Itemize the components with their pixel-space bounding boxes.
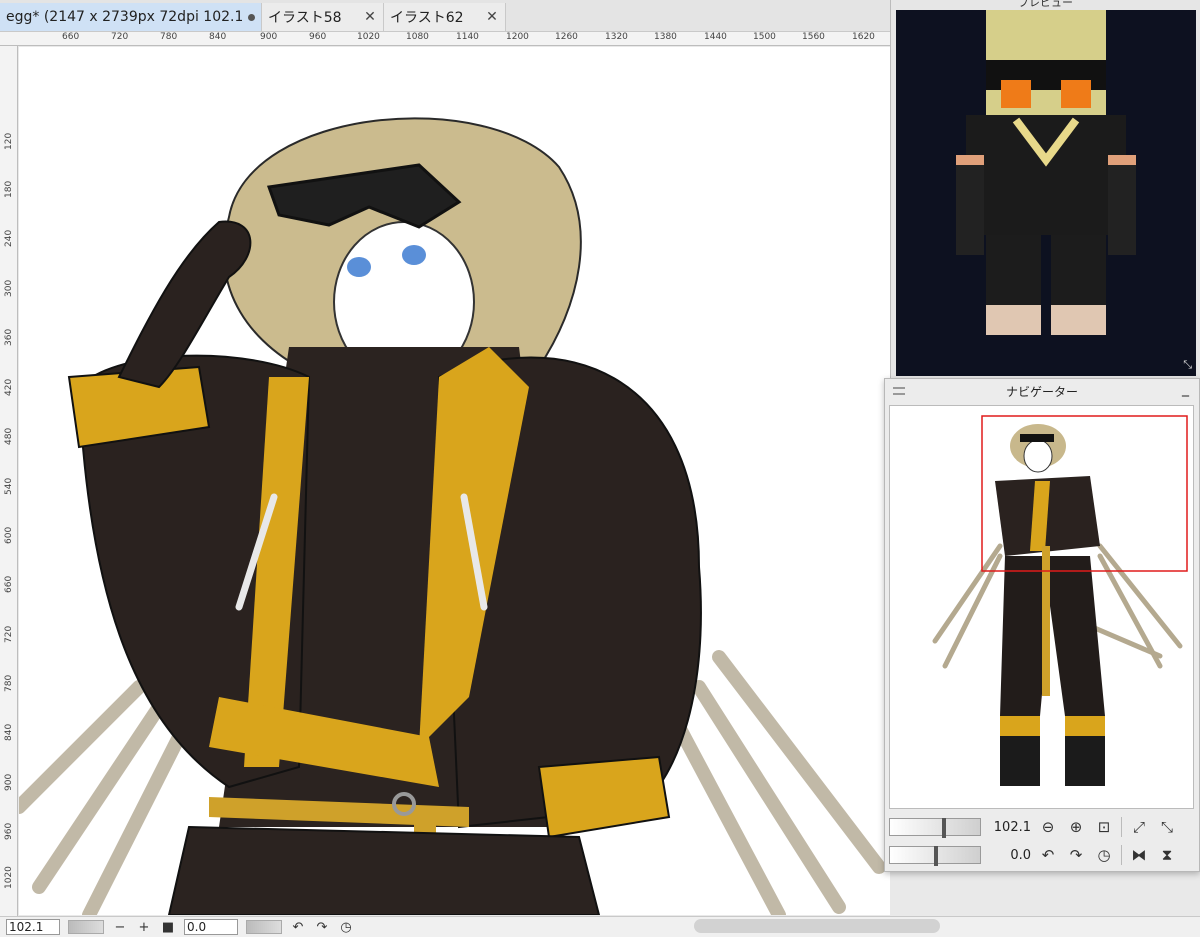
ruler-tick: 600 [4,526,14,544]
tab-label: egg* (2147 x 2739px 72dpi 102.1%) [6,9,242,25]
ruler-tick: 180 [4,180,14,198]
ruler-tick: 840 [4,723,14,741]
expand-icon[interactable]: ⤡ [1183,358,1192,372]
sleeve-cuff-right [537,755,671,839]
ruler-tick: 720 [4,625,14,643]
rotation-row: 0.0 ↶ ↷ ◷ ⧓ ⧗ [889,841,1199,869]
flip-vertical-icon[interactable]: ⧗ [1156,844,1178,866]
rotate-left-icon[interactable]: ↶ [1037,844,1059,866]
zoom-row: 102.1 ⊖ ⊕ ⊡ ⤢ ⤡ [889,813,1199,841]
drawing-canvas[interactable] [19,47,890,915]
minimize-icon[interactable]: _ [1182,381,1189,397]
modified-dot-icon [248,13,255,21]
stop-icon[interactable]: ⊡ [1093,816,1115,838]
eye-shape [402,245,426,265]
ruler-tick: 120 [4,132,14,150]
navigator-titlebar[interactable]: ナビゲーター _ [885,379,1199,403]
close-icon[interactable]: ✕ [485,9,499,25]
navigator-panel: ナビゲーター _ 102.1 ⊖ ⊕ ⊡ ⤢ ⤡ 0.0 ↶ ↷ ◷ ⧓ ⧗ [884,378,1200,872]
app-window: egg* (2147 x 2739px 72dpi 102.1%) イラスト58… [0,0,1200,937]
vertical-ruler: 120 180 240 300 360 420 480 540 600 660 … [0,46,18,916]
ruler-tick: 540 [4,477,14,495]
flip-horizontal-icon[interactable]: ⧓ [1128,844,1150,866]
rotation-value: 0.0 [1010,847,1031,863]
ruler-tick: 780 [4,674,14,692]
ruler-tick: 1380 [654,32,677,42]
ruler-tick: 1020 [357,32,380,42]
slider-thumb[interactable] [934,846,938,866]
zoom-value: 102.1 [993,819,1031,835]
panel-grip-icon[interactable] [893,387,905,395]
ruler-tick: 840 [209,32,227,42]
close-icon[interactable]: ✕ [363,9,377,25]
ruler-tick: 720 [111,32,129,42]
ruler-tick: 240 [4,229,14,247]
zoom-slider[interactable] [68,920,104,934]
tab-illust62[interactable]: イラスト62 ✕ [384,3,506,31]
fill-window-icon[interactable]: ⤡ [1156,816,1178,838]
ruler-tick: 1140 [456,32,479,42]
zoom-field[interactable]: 102.1 [6,919,60,935]
reset-rotation-icon[interactable]: ◷ [1093,844,1115,866]
zoom-slider[interactable] [889,818,981,838]
ruler-tick: 960 [4,822,14,840]
rotate-left-icon[interactable]: ↶ [290,919,306,935]
ruler-tick: 660 [62,32,80,42]
ruler-tick: 1500 [753,32,776,42]
document-tab-bar: egg* (2147 x 2739px 72dpi 102.1%) イラスト58… [0,0,890,32]
navigator-thumbnail[interactable] [889,405,1194,809]
preview-viewport[interactable]: ⤡ [896,10,1196,376]
zoom-in-icon[interactable]: ⊕ [1065,816,1087,838]
zoom-out-icon[interactable]: ⊖ [1037,816,1059,838]
ruler-tick: 1620 [852,32,875,42]
ruler-tick: 1560 [802,32,825,42]
tab-label: イラスト58 [268,10,342,26]
pants-shape [167,825,601,915]
eye-shape [347,257,371,277]
ruler-tick: 780 [160,32,178,42]
ruler-tick: 900 [4,773,14,791]
ruler-tick: 360 [4,328,14,346]
horizontal-scrollbar[interactable] [694,919,940,933]
bottom-toolbar: 102.1 − + ■ 0.0 ↶ ↷ ◷ [0,916,1200,937]
ruler-tick: 660 [4,575,14,593]
navigator-controls: 102.1 ⊖ ⊕ ⊡ ⤢ ⤡ 0.0 ↶ ↷ ◷ ⧓ ⧗ [889,813,1199,869]
fit-screen-icon[interactable]: ⤢ [1128,816,1150,838]
preview-panel-title: プレビュー [1018,0,1073,9]
separator [1121,845,1122,865]
zoom-in-icon[interactable]: + [136,919,152,935]
ruler-tick: 1320 [605,32,628,42]
separator [1121,817,1122,837]
ruler-tick: 480 [4,427,14,445]
horizontal-ruler: 660 720 780 840 900 960 1020 1080 1140 1… [0,32,890,46]
tab-egg[interactable]: egg* (2147 x 2739px 72dpi 102.1%) [0,3,262,31]
ruler-tick: 1080 [406,32,429,42]
ruler-tick: 300 [4,279,14,297]
rotation-slider[interactable] [889,846,981,866]
tab-label: イラスト62 [390,10,464,26]
slider-thumb[interactable] [942,818,946,838]
ruler-tick: 900 [260,32,278,42]
ruler-tick: 960 [309,32,327,42]
navigator-artwork [932,415,1188,786]
zoom-out-icon[interactable]: − [112,919,128,935]
rotation-field[interactable]: 0.0 [184,919,238,935]
ruler-tick: 1260 [555,32,578,42]
ruler-tick: 420 [4,378,14,396]
preview-panel: プレビュー ⤡ [890,0,1200,380]
ruler-tick: 1020 [4,866,14,889]
artwork-illustration [19,117,886,915]
ruler-tick: 1200 [506,32,529,42]
rotation-slider[interactable] [246,920,282,934]
reset-rotation-icon[interactable]: ◷ [338,919,354,935]
3d-model-preview [956,10,1136,335]
rotate-right-icon[interactable]: ↷ [1065,844,1087,866]
ruler-tick: 1440 [704,32,727,42]
tab-illust58[interactable]: イラスト58 ✕ [262,3,384,31]
rotate-right-icon[interactable]: ↷ [314,919,330,935]
fit-stop-icon[interactable]: ■ [160,919,176,935]
navigator-title: ナビゲーター [1005,384,1078,399]
